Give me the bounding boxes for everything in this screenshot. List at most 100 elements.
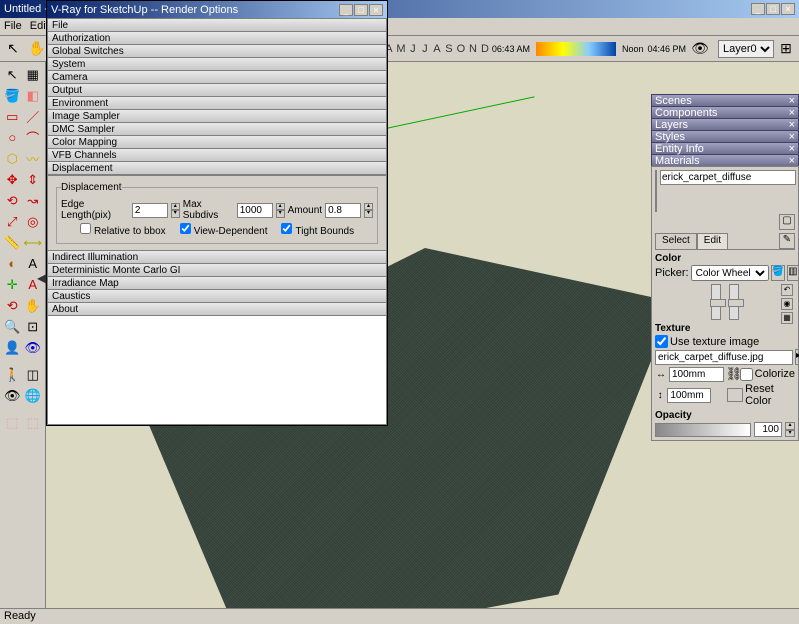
axis-line <box>388 96 535 128</box>
color-box-icon[interactable]: ▦ <box>781 312 793 324</box>
match-color-icon[interactable]: 🪣 <box>771 265 785 281</box>
vray-section-system[interactable]: System <box>47 57 387 71</box>
rotate-icon[interactable]: ⟲ <box>2 190 23 211</box>
orbit-icon[interactable]: ⟲ <box>2 295 23 316</box>
section-icon[interactable]: ◫ <box>23 364 44 385</box>
view-dependent-checkbox[interactable] <box>180 223 191 234</box>
opacity-spinner[interactable]: ▴▾ <box>785 422 795 437</box>
look-around-icon[interactable]: 👁 <box>23 337 44 358</box>
vray-section-displacement[interactable]: Displacement <box>47 161 387 175</box>
undo-color-icon[interactable]: ↶ <box>781 284 793 296</box>
vray-pointer-icon: ◀ <box>37 271 46 285</box>
eyedropper-icon[interactable]: ✎ <box>779 233 795 249</box>
rectangle-icon[interactable]: ▭ <box>2 106 23 127</box>
picker-select[interactable]: Color Wheel <box>691 265 769 281</box>
vray-maximize-button[interactable]: □ <box>354 4 368 16</box>
max-subdivs-spinner[interactable]: ▴▾ <box>276 203 285 218</box>
vray-close-button[interactable]: × <box>369 4 383 16</box>
axes-icon[interactable]: ✛ <box>2 274 23 295</box>
texture-height-input[interactable] <box>667 388 711 403</box>
arc-icon[interactable]: ⌒ <box>23 127 44 148</box>
opacity-slider[interactable] <box>655 423 751 437</box>
move-icon[interactable]: ✥ <box>2 169 23 190</box>
browse-texture-icon[interactable]: ▸ <box>795 349 799 365</box>
reset-color-swatch[interactable] <box>727 388 743 402</box>
zoom-icon[interactable]: 🔍 <box>2 316 23 337</box>
opacity-input[interactable] <box>754 422 782 437</box>
get-models-icon[interactable]: ⬚ <box>2 412 23 433</box>
pushpull-icon[interactable]: ⇕ <box>23 169 44 190</box>
amount-spinner[interactable]: ▴▾ <box>364 203 373 218</box>
menu-file[interactable]: File <box>4 20 22 33</box>
edge-length-input[interactable] <box>132 203 168 218</box>
polygon-icon[interactable]: ⬡ <box>2 148 23 169</box>
colorize-checkbox[interactable] <box>740 368 753 381</box>
vray-section-color-mapping[interactable]: Color Mapping <box>47 135 387 149</box>
create-material-icon[interactable]: ▢ <box>779 214 795 230</box>
link-icon[interactable]: ⛓ <box>726 366 738 382</box>
vray-section-indirect-illumination[interactable]: Indirect Illumination <box>47 250 387 264</box>
vray-section-vfb-channels[interactable]: VFB Channels <box>47 148 387 162</box>
texture-width-input[interactable] <box>669 367 724 382</box>
line-icon[interactable]: ／ <box>23 106 44 127</box>
vray-section-irradiance-map[interactable]: Irradiance Map <box>47 276 387 290</box>
protractor-icon[interactable]: ◐ <box>2 253 23 274</box>
maximize-button[interactable]: □ <box>766 3 780 15</box>
vray-section-global-switches[interactable]: Global Switches <box>47 44 387 58</box>
select-icon[interactable]: ↖ <box>1 38 25 60</box>
vray-section-dmc-gi[interactable]: Deterministic Monte Carlo GI <box>47 263 387 277</box>
share-model-icon[interactable]: ⬚ <box>23 412 44 433</box>
vray-section-camera[interactable]: Camera <box>47 70 387 84</box>
tight-bounds-checkbox[interactable] <box>281 223 292 234</box>
walk-icon[interactable]: 🚶 <box>2 364 23 385</box>
tab-edit[interactable]: Edit <box>697 233 728 249</box>
color-slider-1[interactable] <box>711 284 721 320</box>
scale-icon[interactable]: ⤢ <box>2 211 23 232</box>
amount-input[interactable] <box>325 203 361 218</box>
eraser-icon[interactable]: ◧ <box>23 85 44 106</box>
offset-icon[interactable]: ◎ <box>23 211 44 232</box>
layer-visibility-icon[interactable]: 👁 <box>688 38 712 60</box>
relative-bbox-checkbox[interactable] <box>80 223 91 234</box>
color-wheel-icon[interactable]: ◉ <box>781 298 793 310</box>
height-icon: ↕ <box>655 390 665 401</box>
position-camera-icon[interactable]: 👤 <box>2 337 23 358</box>
select-tool-icon[interactable]: ↖ <box>2 64 23 85</box>
material-name-input[interactable] <box>660 170 796 185</box>
make-component-icon[interactable]: ▦ <box>23 64 44 85</box>
vray-section-environment[interactable]: Environment <box>47 96 387 110</box>
tab-select[interactable]: Select <box>655 233 697 249</box>
color-slider-2[interactable] <box>729 284 739 320</box>
google-earth-icon[interactable]: 🌐 <box>23 385 44 406</box>
vray-section-image-sampler[interactable]: Image Sampler <box>47 109 387 123</box>
vray-dialog-titlebar[interactable]: V-Ray for SketchUp -- Render Options _ □… <box>47 1 387 19</box>
edge-length-spinner[interactable]: ▴▾ <box>171 203 180 218</box>
pan-icon[interactable]: ✋ <box>23 295 44 316</box>
texture-file-input[interactable] <box>655 350 793 365</box>
layer-manager-icon[interactable]: ⊞ <box>774 38 798 60</box>
vray-section-dmc-sampler[interactable]: DMC Sampler <box>47 122 387 136</box>
zoom-extents-icon[interactable]: ⊡ <box>23 316 44 337</box>
circle-icon[interactable]: ○ <box>2 127 23 148</box>
tight-bounds-label: Tight Bounds <box>296 226 355 237</box>
vray-section-about[interactable]: About <box>47 302 387 316</box>
followme-icon[interactable]: ↝ <box>23 190 44 211</box>
vray-section-file[interactable]: File <box>47 18 387 32</box>
tape-icon[interactable]: 📏 <box>2 232 22 253</box>
vray-section-authorization[interactable]: Authorization <box>47 31 387 45</box>
use-texture-checkbox[interactable] <box>655 335 668 348</box>
paint-bucket-icon[interactable]: 🪣 <box>2 85 23 106</box>
vray-minimize-button[interactable]: _ <box>339 4 353 16</box>
dimension-icon[interactable]: ⟷ <box>22 232 43 253</box>
display-section-icon[interactable]: 👁 <box>2 385 23 406</box>
match-screen-icon[interactable]: ▥ <box>787 265 798 281</box>
close-button[interactable]: × <box>781 3 795 15</box>
freehand-icon[interactable]: 〰 <box>23 148 44 169</box>
max-subdivs-input[interactable] <box>237 203 273 218</box>
minimize-button[interactable]: _ <box>751 3 765 15</box>
vray-section-output[interactable]: Output <box>47 83 387 97</box>
time-slider[interactable] <box>536 42 616 56</box>
vray-section-caustics[interactable]: Caustics <box>47 289 387 303</box>
material-thumbnail[interactable] <box>655 170 657 212</box>
layer-select[interactable]: Layer0 <box>718 40 774 58</box>
